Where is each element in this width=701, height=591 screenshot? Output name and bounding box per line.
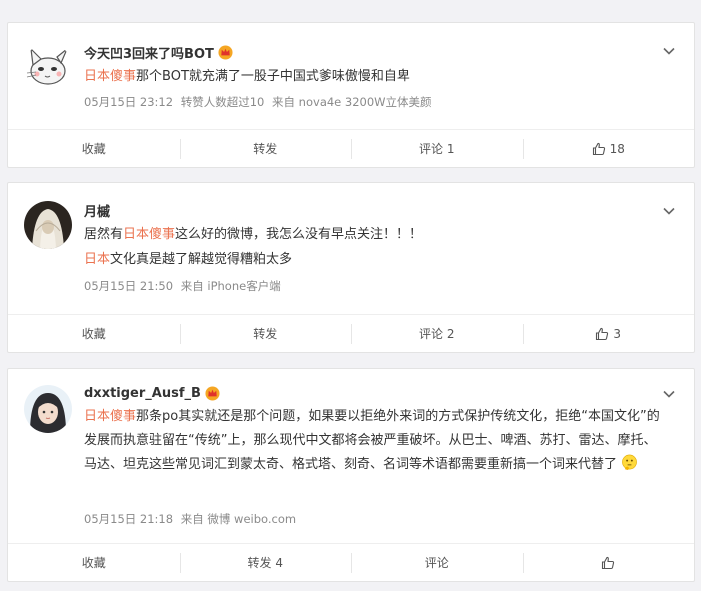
avatar[interactable] bbox=[24, 201, 72, 249]
favorite-button[interactable]: 收藏 bbox=[8, 130, 180, 167]
author-name[interactable]: 月槭 bbox=[84, 201, 110, 220]
post-meta: 05月15日 21:18 来自 微博 weibo.com bbox=[84, 511, 300, 527]
thumbs-up-icon bbox=[592, 142, 605, 155]
like-count: 18 bbox=[609, 141, 625, 156]
repost-button[interactable]: 转发 bbox=[179, 315, 352, 352]
like-count: 3 bbox=[613, 326, 622, 341]
comment-text: 居然有日本傻事这么好的微博，我怎么没有早点关注！！！ 日本文化真是越了解越觉得糟… bbox=[84, 223, 664, 271]
post-source[interactable]: 来自 nova4e 3200W立体美颜 bbox=[272, 95, 432, 109]
chevron-down-icon[interactable] bbox=[662, 44, 676, 58]
post-time[interactable]: 05月15日 21:18 bbox=[84, 512, 173, 526]
author-name-row: 今天凹3回来了吗BOT bbox=[84, 43, 233, 62]
girl-portrait-avatar-icon bbox=[24, 385, 72, 433]
comment-card: dxxtiger_Ausf_B 日本傻事那条po其实就还是那个问题，如果要以拒绝… bbox=[7, 368, 695, 582]
action-bar: 收藏 转发 评论 2 3 bbox=[8, 314, 694, 352]
action-bar: 收藏 转发 评论 1 18 bbox=[8, 129, 694, 167]
action-bar: 收藏 转发 4 评论 bbox=[8, 543, 694, 581]
comment-text: 日本傻事那个BOT就充满了一股子中国式爹味傲慢和自卑 bbox=[84, 69, 410, 84]
author-name-row: dxxtiger_Ausf_B bbox=[84, 386, 220, 401]
avatar[interactable] bbox=[24, 385, 72, 433]
post-meta: 05月15日 21:50 来自 iPhone客户端 bbox=[84, 278, 285, 294]
author-name[interactable]: dxxtiger_Ausf_B bbox=[84, 386, 201, 401]
hashtag-link[interactable]: 日本 bbox=[84, 252, 110, 267]
post-meta: 05月15日 23:12 转赞人数超过10 来自 nova4e 3200W立体美… bbox=[84, 94, 436, 110]
comment-button[interactable]: 评论 bbox=[351, 544, 523, 581]
post-time[interactable]: 05月15日 23:12 bbox=[84, 95, 173, 109]
chevron-down-icon[interactable] bbox=[662, 387, 676, 401]
like-button[interactable]: 3 bbox=[522, 315, 695, 352]
mention-link[interactable]: 日本傻事 bbox=[84, 409, 136, 424]
thumbs-up-icon bbox=[602, 556, 615, 569]
comment-card: 今天凹3回来了吗BOT 日本傻事那个BOT就充满了一股子中国式爹味傲慢和自卑 0… bbox=[7, 22, 695, 168]
thinking-face-emoji-icon bbox=[622, 454, 638, 471]
author-name[interactable]: 今天凹3回来了吗BOT bbox=[84, 43, 214, 62]
post-source[interactable]: 来自 iPhone客户端 bbox=[181, 279, 281, 293]
comment-button[interactable]: 评论 1 bbox=[351, 130, 523, 167]
post-extra: 转赞人数超过10 bbox=[180, 95, 265, 109]
comment-button[interactable]: 评论 2 bbox=[351, 315, 523, 352]
thumbs-up-icon bbox=[596, 327, 609, 340]
post-source[interactable]: 来自 微博 weibo.com bbox=[181, 512, 296, 526]
comment-card: 月槭 居然有日本傻事这么好的微博，我怎么没有早点关注！！！ 日本文化真是越了解越… bbox=[7, 182, 695, 353]
favorite-button[interactable]: 收藏 bbox=[8, 315, 180, 352]
chevron-down-icon[interactable] bbox=[662, 204, 676, 218]
like-button[interactable] bbox=[522, 544, 695, 581]
crown-badge-icon[interactable] bbox=[218, 45, 233, 60]
cat-avatar-icon bbox=[24, 43, 72, 91]
hooded-figure-avatar-icon bbox=[24, 201, 72, 249]
avatar[interactable] bbox=[24, 43, 72, 91]
comment-line: 日本文化真是越了解越觉得糟粕太多 bbox=[84, 252, 293, 267]
author-name-row: 月槭 bbox=[84, 201, 110, 220]
comment-line: 居然有日本傻事这么好的微博，我怎么没有早点关注！！！ bbox=[84, 227, 423, 242]
comment-text: 日本傻事那条po其实就还是那个问题，如果要以拒绝外来词的方式保护传统文化，拒绝“… bbox=[84, 409, 660, 472]
post-time[interactable]: 05月15日 21:50 bbox=[84, 279, 173, 293]
repost-button[interactable]: 转发 4 bbox=[179, 544, 352, 581]
like-button[interactable]: 18 bbox=[522, 130, 695, 167]
favorite-button[interactable]: 收藏 bbox=[8, 544, 180, 581]
mention-link[interactable]: 日本傻事 bbox=[84, 69, 136, 84]
crown-badge-icon[interactable] bbox=[205, 386, 220, 401]
repost-button[interactable]: 转发 bbox=[179, 130, 352, 167]
mention-link[interactable]: 日本傻事 bbox=[123, 227, 175, 242]
